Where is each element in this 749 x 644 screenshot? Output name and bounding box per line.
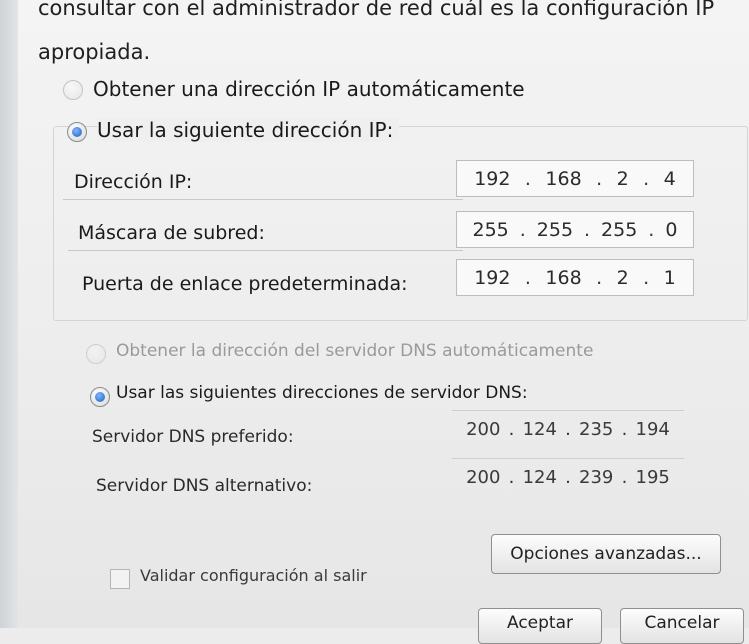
intro-text: consultar con el administrador de red cu… — [38, 0, 738, 74]
row-divider — [68, 250, 463, 251]
ip-properties-dialog: consultar con el administrador de red cu… — [18, 0, 749, 644]
preferred-dns-label: Servidor DNS preferido: — [92, 427, 294, 447]
subnet-mask-label: Máscara de subred: — [78, 222, 265, 244]
ip-address-field[interactable]: 192. 168. 2. 4 — [456, 160, 694, 197]
validate-on-exit-label[interactable]: Validar configuración al salir — [140, 566, 367, 585]
gateway-octet-2: 168 — [545, 266, 582, 289]
intro-line-1: consultar con el administrador de red cu… — [38, 0, 715, 20]
ip-auto-label[interactable]: Obtener una dirección IP automáticamente — [93, 77, 525, 101]
ip-address-octet-4: 4 — [663, 167, 676, 190]
mask-octet-3: 255 — [601, 218, 638, 241]
advanced-options-button[interactable]: Opciones avanzadas... — [491, 534, 721, 574]
alternate-dns-field[interactable]: 200. 124. 239. 195 — [452, 458, 684, 495]
ip-manual-radio[interactable] — [67, 122, 87, 142]
default-gateway-label: Puerta de enlace predeterminada: — [82, 273, 408, 295]
alternate-dns-octet-2: 124 — [522, 466, 557, 488]
intro-line-2: apropiada. — [38, 40, 151, 64]
cancel-button[interactable]: Cancelar — [620, 608, 744, 644]
mask-octet-2: 255 — [536, 218, 574, 241]
ip-auto-radio[interactable] — [63, 80, 83, 100]
ip-address-octet-1: 192 — [474, 167, 511, 190]
ip-manual-label[interactable]: Usar la siguiente dirección IP: — [97, 118, 400, 142]
preferred-dns-octet-1: 200 — [466, 418, 501, 440]
gateway-octet-4: 1 — [663, 266, 676, 289]
validate-on-exit-checkbox[interactable] — [110, 569, 130, 589]
alternate-dns-octet-4: 195 — [635, 466, 670, 488]
preferred-dns-octet-2: 124 — [522, 418, 557, 440]
gateway-octet-1: 192 — [474, 266, 511, 289]
dns-auto-radio[interactable] — [86, 344, 106, 364]
ip-address-octet-2: 168 — [545, 167, 582, 190]
window-left-edge — [0, 0, 18, 628]
preferred-dns-field[interactable]: 200. 124. 235. 194 — [452, 410, 684, 447]
row-divider — [63, 199, 463, 200]
dns-manual-radio[interactable] — [90, 387, 110, 407]
preferred-dns-octet-3: 235 — [579, 418, 614, 440]
alternate-dns-octet-1: 200 — [466, 466, 501, 488]
alternate-dns-octet-3: 239 — [579, 466, 614, 488]
default-gateway-field[interactable]: 192. 168. 2. 1 — [456, 259, 694, 296]
gateway-octet-3: 2 — [616, 266, 629, 289]
accept-button[interactable]: Aceptar — [478, 608, 602, 644]
subnet-mask-field[interactable]: 255. 255. 255. 0 — [456, 211, 694, 248]
dns-auto-label[interactable]: Obtener la dirección del servidor DNS au… — [116, 341, 593, 361]
ip-address-label: Dirección IP: — [74, 171, 193, 193]
dns-manual-label[interactable]: Usar las siguientes direcciones de servi… — [116, 383, 528, 403]
mask-octet-1: 255 — [472, 218, 509, 241]
mask-octet-4: 0 — [665, 218, 678, 241]
preferred-dns-octet-4: 194 — [635, 418, 670, 440]
ip-address-octet-3: 2 — [616, 167, 629, 190]
alternate-dns-label: Servidor DNS alternativo: — [96, 476, 313, 496]
